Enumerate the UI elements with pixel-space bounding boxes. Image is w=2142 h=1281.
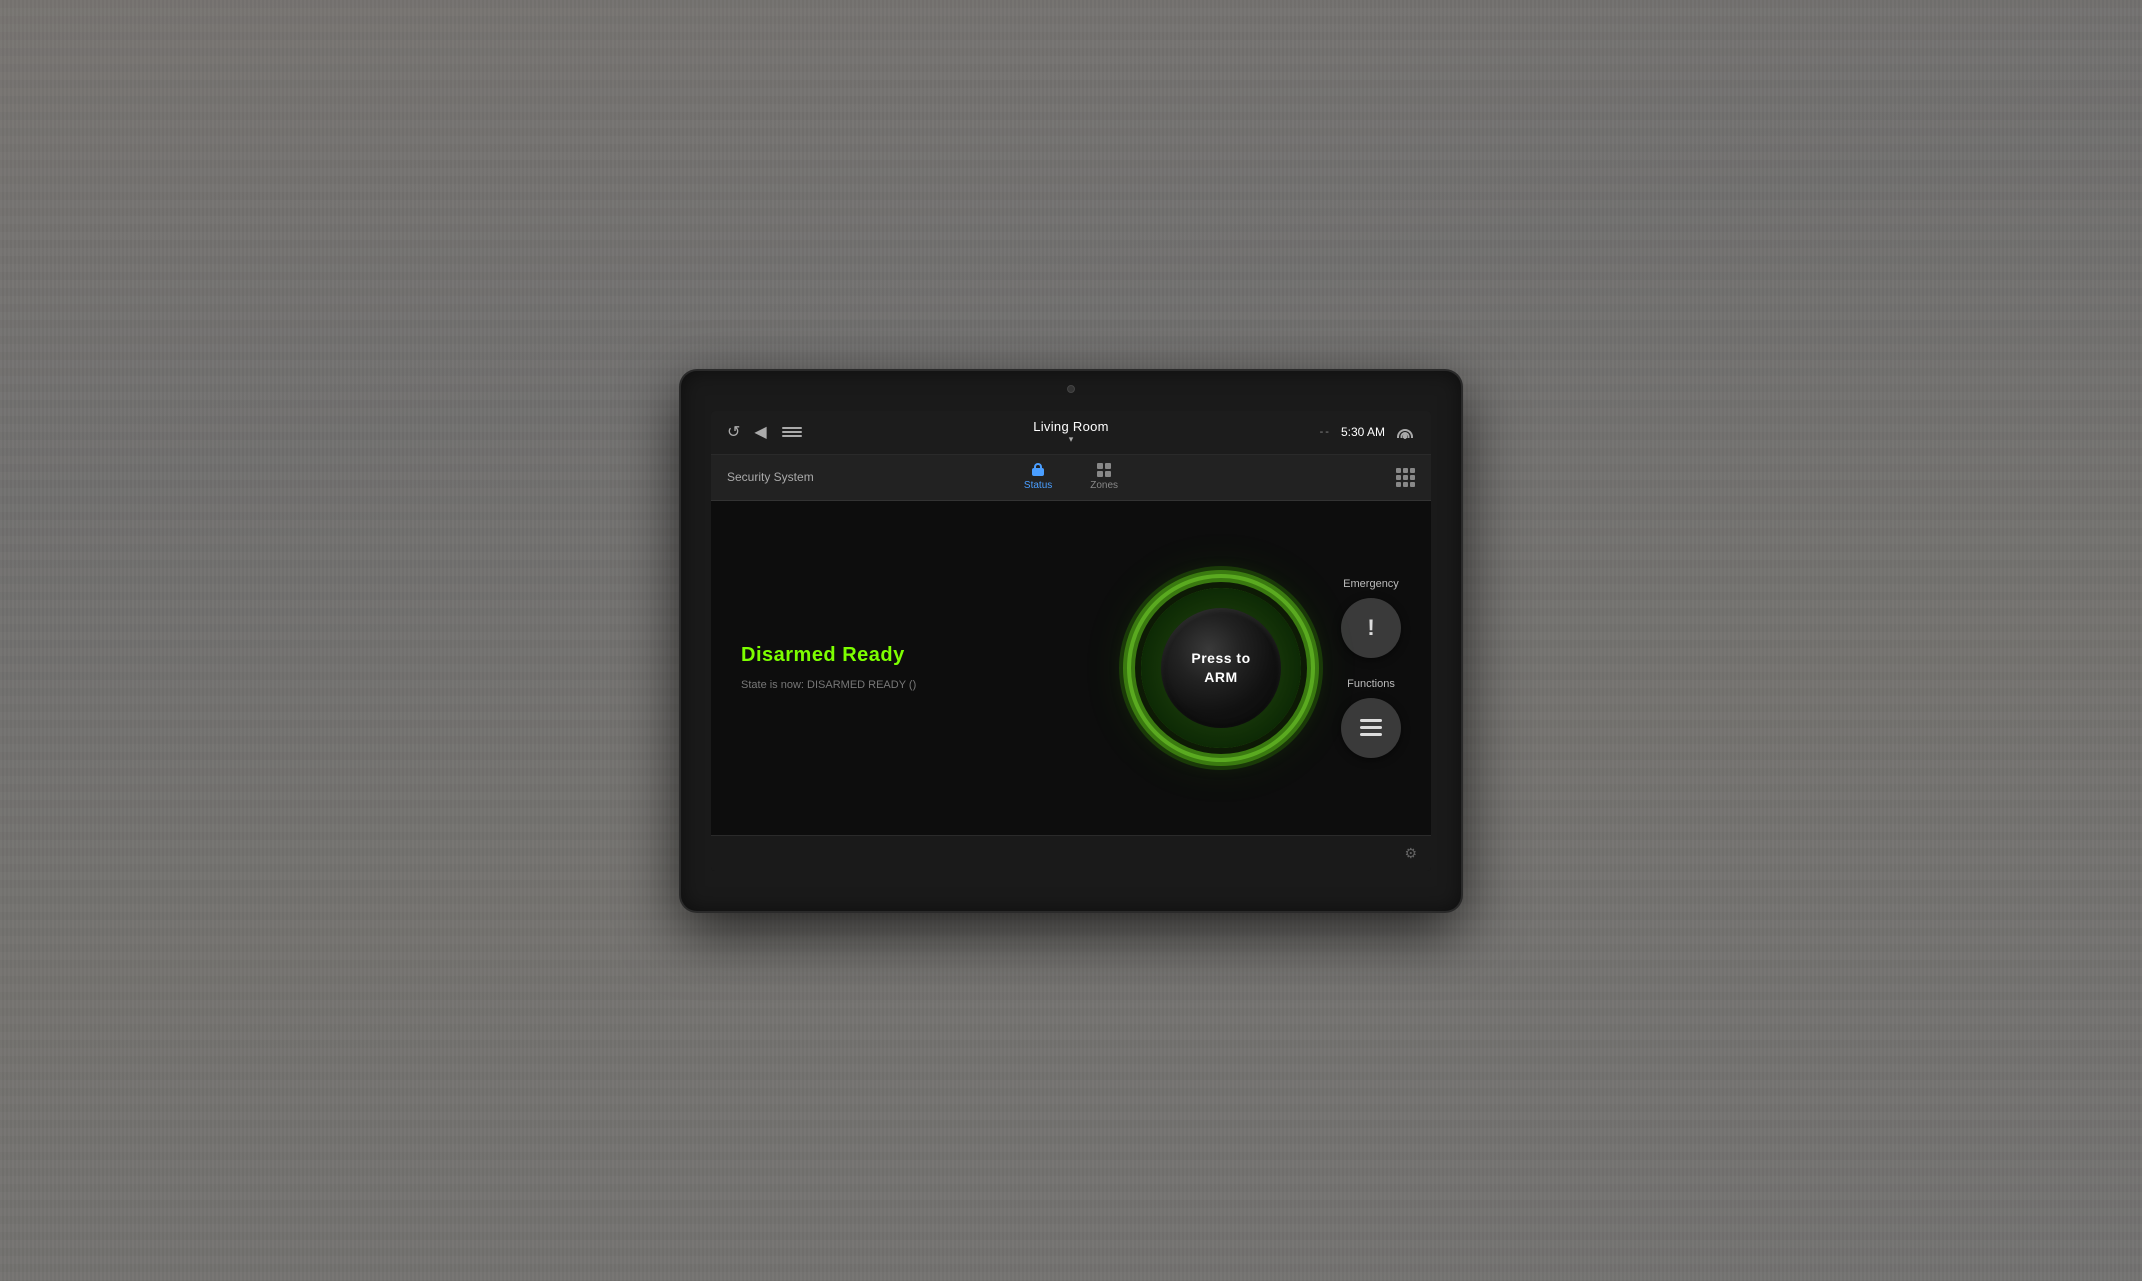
emergency-button[interactable]: ! bbox=[1341, 598, 1401, 658]
section-title: Security System bbox=[727, 470, 956, 484]
functions-button[interactable] bbox=[1341, 698, 1401, 758]
main-content: Disarmed Ready State is now: DISARMED RE… bbox=[711, 501, 1431, 835]
zones-icon bbox=[1097, 463, 1111, 477]
exclamation-icon: ! bbox=[1367, 615, 1374, 641]
status-bar-center: Living Room ▾ bbox=[956, 419, 1185, 445]
signal-status: -- bbox=[1320, 426, 1331, 438]
menu-icon[interactable] bbox=[781, 424, 803, 440]
tab-zones[interactable]: Zones bbox=[1074, 459, 1134, 495]
tablet-device: ↺ ◀ Living Room ▾ -- 5:30 AM bbox=[681, 371, 1461, 911]
clock-icon[interactable]: ↺ bbox=[727, 422, 740, 442]
arm-button-container: Press to ARM bbox=[1141, 588, 1301, 748]
functions-label: Functions bbox=[1347, 678, 1395, 690]
content-inner: Disarmed Ready State is now: DISARMED RE… bbox=[741, 578, 1401, 758]
hamburger-icon bbox=[1360, 719, 1382, 736]
arm-button-inner: Press to ARM bbox=[1161, 608, 1281, 728]
emergency-label: Emergency bbox=[1343, 578, 1399, 590]
arm-button[interactable]: Press to ARM bbox=[1141, 588, 1301, 748]
arm-button-text: Press to ARM bbox=[1191, 649, 1250, 685]
screen: ↺ ◀ Living Room ▾ -- 5:30 AM bbox=[711, 411, 1431, 871]
nav-bar: Security System Status Zones bbox=[711, 455, 1431, 501]
nav-tabs: Status Zones bbox=[956, 459, 1185, 495]
functions-button-group: Functions bbox=[1341, 678, 1401, 758]
state-text: State is now: DISARMED READY () bbox=[741, 679, 1101, 691]
status-time: 5:30 AM bbox=[1341, 425, 1385, 439]
status-bar-right: -- 5:30 AM bbox=[1186, 425, 1415, 439]
grid-view-button[interactable] bbox=[1396, 468, 1415, 487]
room-title: Living Room bbox=[1033, 419, 1109, 434]
back-arrow-icon[interactable]: ◀ bbox=[754, 422, 766, 442]
tab-zones-label: Zones bbox=[1090, 480, 1118, 491]
wifi-icon bbox=[1395, 425, 1415, 439]
disarmed-ready-label: Disarmed Ready bbox=[741, 644, 1101, 667]
bottom-bar: ⚙ bbox=[711, 835, 1431, 871]
tab-status-label: Status bbox=[1024, 480, 1052, 491]
lock-icon bbox=[1032, 463, 1044, 477]
settings-icon[interactable]: ⚙ bbox=[1404, 845, 1417, 862]
left-status: Disarmed Ready State is now: DISARMED RE… bbox=[741, 644, 1101, 691]
room-subtitle: ▾ bbox=[1069, 434, 1074, 445]
status-bar-left: ↺ ◀ bbox=[727, 422, 956, 442]
right-action-buttons: Emergency ! Functions bbox=[1341, 578, 1401, 758]
emergency-button-group: Emergency ! bbox=[1341, 578, 1401, 658]
tab-status[interactable]: Status bbox=[1008, 459, 1068, 495]
status-bar: ↺ ◀ Living Room ▾ -- 5:30 AM bbox=[711, 411, 1431, 455]
nav-grid-right bbox=[1186, 468, 1415, 487]
